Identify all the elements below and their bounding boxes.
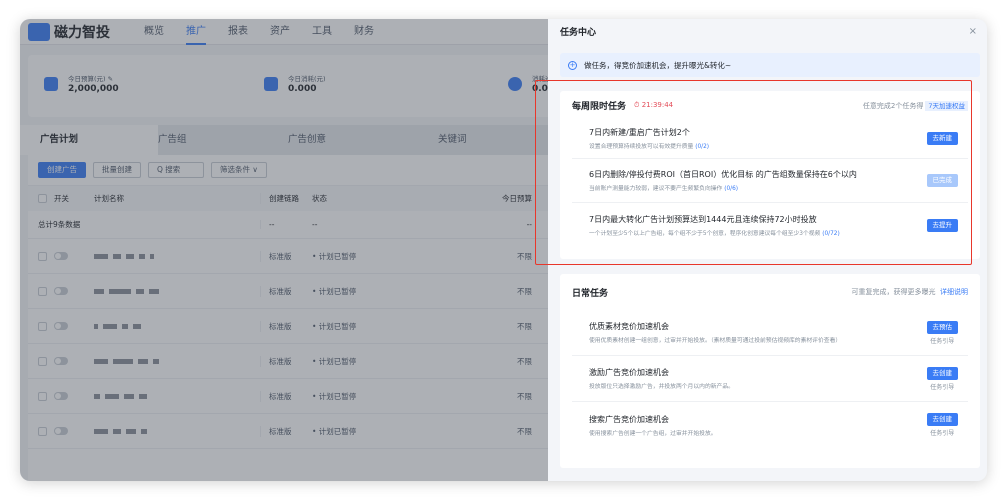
task-guide-link[interactable]: 任务引导 [927,428,959,437]
plus-circle-icon: + [568,60,577,70]
ad-platform: 磁力智投 概览 推广 报表 资产 工具 财务 今日预算(元) ✎ 2,000,0… [20,19,560,481]
drawer-header: 任务中心 × [548,19,987,43]
task-actions: 去创建 任务引导 [926,366,959,391]
task-guide-link[interactable]: 任务引导 [927,382,959,391]
task-action-button[interactable]: 去预估 [926,320,958,334]
highlight-box [535,80,972,265]
daily-task-item: 搜索广告竞价加速机会使用搜索广告创建一个广告组，过审并开始投放。 去创建任务引导 [572,402,968,448]
banner-text: 做任务，得竞价加速机会，提升曝光&转化~ [584,60,732,70]
daily-title: 日常任务 [572,288,609,299]
daily-sub-text: 可重复完成，获得更多曝光 详细说明 [852,287,968,297]
daily-task-item: 激励广告竞价加速机会投放版位只选择激励广告，并投放两个月以内的新产品。 去创建任务… [572,356,968,402]
daily-sub: 可重复完成，获得更多曝光 [851,288,936,296]
task-actions: 去创建 任务引导 [926,413,959,437]
task-desc: 投放版位只选择激励广告，并投放两个月以内的新产品。 [589,384,734,390]
details-link[interactable]: 详细说明 [940,288,968,296]
daily-task-item: 优质素材竞价加速机会使用优质素材创建一组创意，过审并开始投放。（素材质量可通过投… [572,310,968,356]
daily-task-card: 日常任务 可重复完成，获得更多曝光 详细说明 优质素材竞价加速机会使用优质素材创… [560,274,980,468]
task-title: 搜索广告竞价加速机会 [589,414,669,424]
modal-overlay[interactable] [20,19,560,481]
task-desc: 使用搜索广告创建一个广告组，过审并开始投放。 [589,430,717,437]
daily-header: 日常任务 可重复完成，获得更多曝光 详细说明 [560,274,980,310]
task-action-button[interactable]: 去创建 [926,413,958,426]
drawer-title: 任务中心 [560,27,597,38]
task-desc: 使用优质素材创建一组创意，过审并开始投放。（素材质量可通过投前预估视频库的素材评… [589,338,842,344]
task-actions: 去预估 任务引导 [926,320,959,345]
task-guide-link[interactable]: 任务引导 [927,336,959,345]
task-action-button[interactable]: 去创建 [926,366,958,380]
info-banner: + 做任务，得竞价加速机会，提升曝光&转化~ [560,53,980,77]
daily-task-list: 优质素材竞价加速机会使用优质素材创建一组创意，过审并开始投放。（素材质量可通过投… [560,310,980,448]
close-icon[interactable]: × [969,26,977,37]
task-title: 激励广告竞价加速机会 [589,368,669,377]
task-title: 优质素材竞价加速机会 [589,322,669,331]
